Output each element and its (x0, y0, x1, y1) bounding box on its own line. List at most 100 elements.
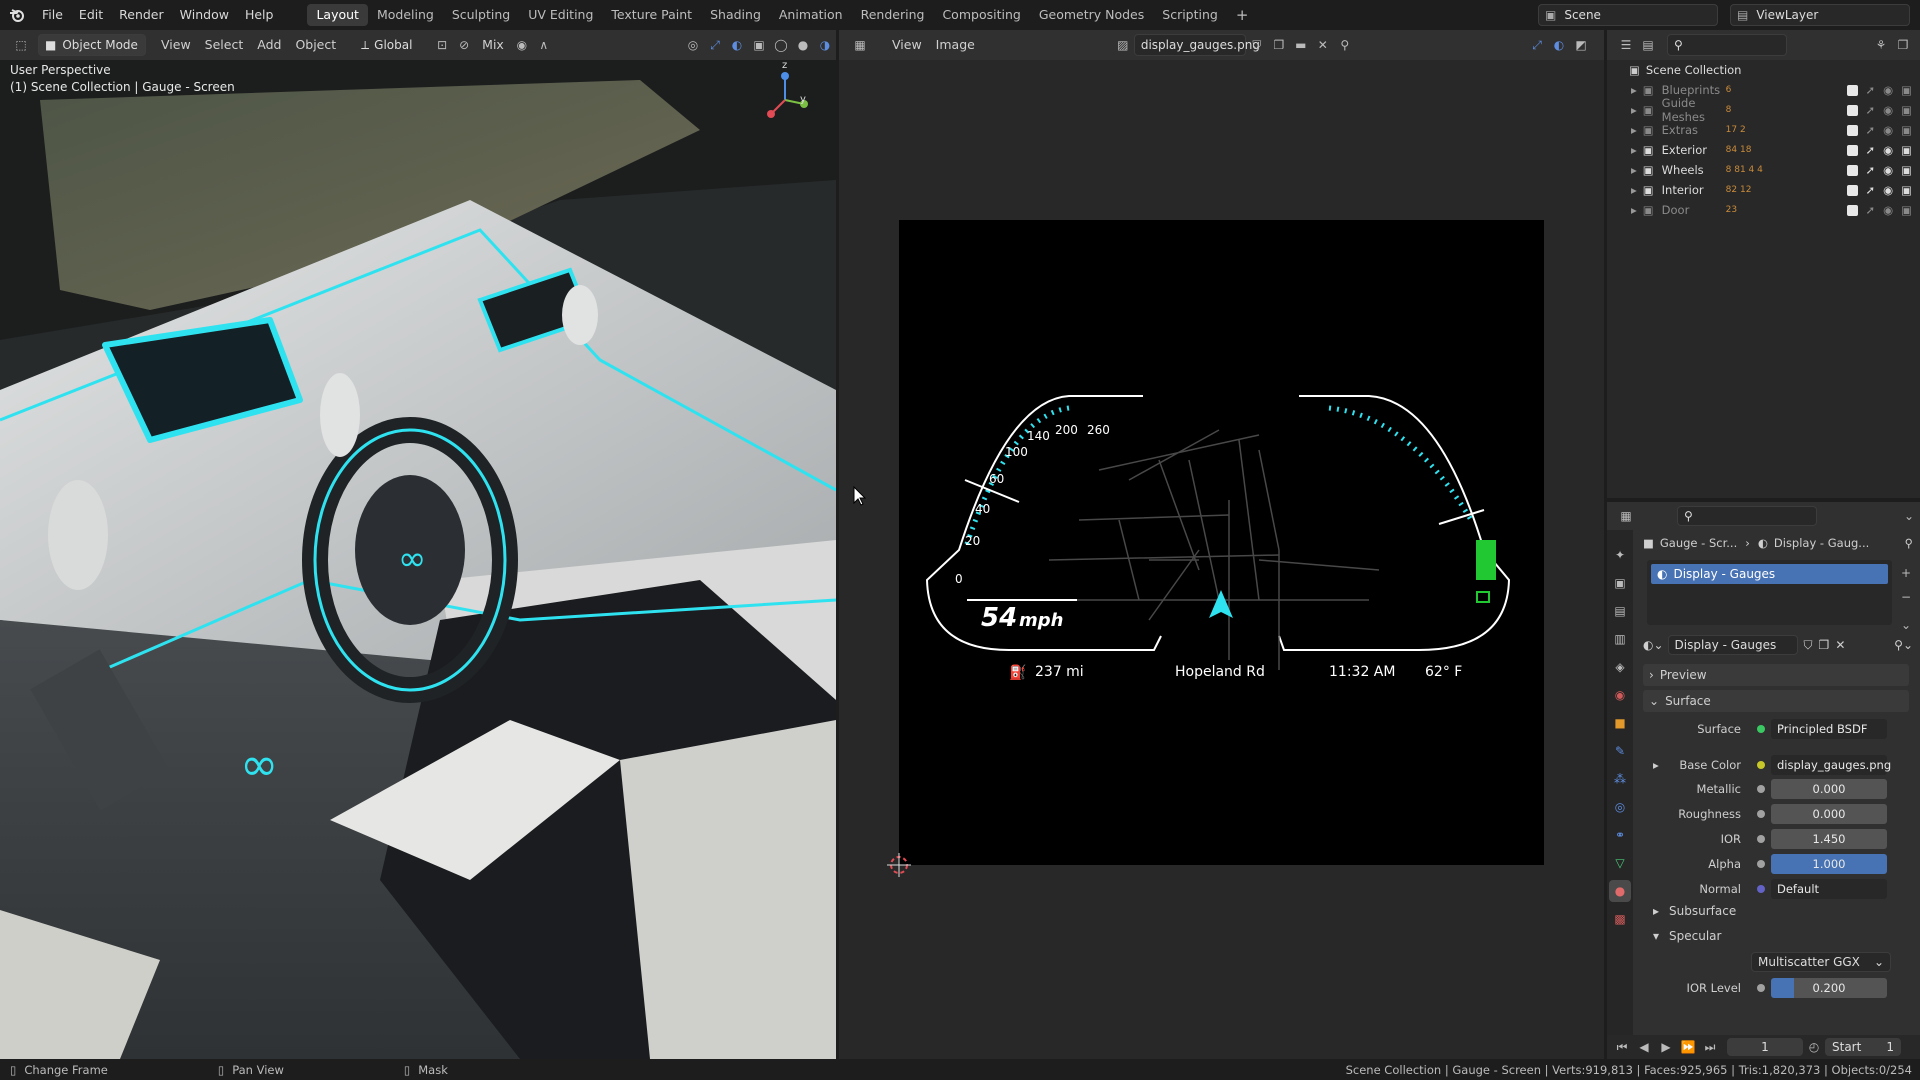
tab-rendering[interactable]: Rendering (852, 4, 934, 26)
snap-mode-label[interactable]: Mix (475, 34, 511, 56)
tab-modeling[interactable]: Modeling (368, 4, 443, 26)
visibility-eye-icon[interactable]: ◉ (1883, 203, 1893, 217)
render-camera-icon[interactable]: ▣ (1901, 143, 1912, 157)
material-slot-row[interactable]: ◐ Display - Gauges (1651, 564, 1888, 584)
solid-shading-icon[interactable]: ● (792, 34, 814, 56)
ior-field[interactable]: 1.450 (1771, 829, 1887, 849)
overlay-icon[interactable]: ◐ (726, 34, 748, 56)
image-overlay-icon[interactable]: ◐ (1548, 34, 1570, 56)
render-camera-icon[interactable]: ▣ (1901, 203, 1912, 217)
material-shading-icon[interactable]: ◑ (814, 34, 836, 56)
render-camera-icon[interactable]: ▣ (1901, 103, 1912, 117)
viewport-menu-view[interactable]: View (154, 34, 198, 56)
metallic-field[interactable]: 0.000 (1771, 779, 1887, 799)
selectable-icon[interactable]: ➚ (1865, 123, 1875, 137)
material-unlink-icon[interactable]: ✕ (1835, 638, 1845, 652)
unlink-image-icon[interactable]: ✕ (1312, 34, 1334, 56)
add-slot-button[interactable]: + (1895, 562, 1917, 584)
outliner-row-door[interactable]: ▸ ▣ Door 23 ➚ ◉ ▣ (1607, 200, 1920, 220)
3d-viewport[interactable]: ∞ ∞ User Perspective (1) Scene Collectio… (0, 60, 836, 1059)
fake-user-icon[interactable]: ⛉ (1246, 34, 1268, 56)
material-duplicate-icon[interactable]: ❐ (1819, 638, 1830, 652)
tab-texture-paint[interactable]: Texture Paint (602, 4, 701, 26)
visibility-eye-icon[interactable]: ◉ (1883, 163, 1893, 177)
visibility-eye-icon[interactable]: ◉ (1883, 103, 1893, 117)
expand-arrow-icon[interactable]: ▸ (1631, 83, 1637, 97)
selectable-icon[interactable]: ➚ (1865, 183, 1875, 197)
view-layer-tab-icon[interactable]: ▥ (1609, 628, 1631, 650)
surface-shader-field[interactable]: Principled BSDF (1771, 719, 1887, 739)
xray-icon[interactable]: ▣ (748, 34, 770, 56)
tab-animation[interactable]: Animation (770, 4, 852, 26)
base-color-field[interactable]: display_gauges.png (1771, 755, 1891, 775)
exclude-checkbox[interactable] (1847, 144, 1859, 156)
scene-selector[interactable]: ▣ Scene (1538, 4, 1718, 26)
outliner-filter-icon[interactable]: ⚘ (1870, 34, 1892, 56)
visibility-eye-icon[interactable]: ◉ (1883, 123, 1893, 137)
image-menu-image[interactable]: Image (929, 34, 982, 56)
play-reverse-icon[interactable]: ◀ (1633, 1036, 1655, 1058)
menu-render[interactable]: Render (111, 0, 172, 30)
2d-cursor-icon[interactable] (887, 853, 911, 877)
specular-panel-header[interactable]: ▾ Specular (1653, 929, 1721, 943)
falloff-icon[interactable]: ∧ (533, 34, 555, 56)
visibility-icon[interactable]: ◎ (682, 34, 704, 56)
texture-tab-icon[interactable]: ▩ (1609, 908, 1631, 930)
image-editor[interactable]: 0 20 40 60 100 140 200 260 54 mph ⛽ 237 … (839, 60, 1604, 1059)
tab-uv-editing[interactable]: UV Editing (519, 4, 602, 26)
snap-icon[interactable]: ⊘ (453, 34, 475, 56)
new-image-icon[interactable]: ❐ (1268, 34, 1290, 56)
outliner-row-exterior[interactable]: ▸ ▣ Exterior 84 18 ➚ ◉ ▣ (1607, 140, 1920, 160)
mode-selector[interactable]: ■ Object Mode (38, 34, 146, 56)
image-menu-view[interactable]: View (885, 34, 929, 56)
image-editor-type-icon[interactable]: ▦ (849, 34, 871, 56)
expand-arrow-icon[interactable]: ▸ (1631, 183, 1637, 197)
surface-panel-header[interactable]: ⌄ Surface (1643, 690, 1909, 712)
image-browse-icon[interactable]: ▨ (1112, 34, 1134, 56)
outliner-root[interactable]: ▣ Scene Collection (1607, 60, 1920, 80)
wireframe-shading-icon[interactable]: ◯ (770, 34, 792, 56)
viewport-menu-select[interactable]: Select (198, 34, 251, 56)
new-collection-icon[interactable]: ❐ (1892, 34, 1914, 56)
visibility-eye-icon[interactable]: ◉ (1883, 143, 1893, 157)
menu-edit[interactable]: Edit (71, 0, 111, 30)
material-node-icon[interactable]: ⚲⌄ (1894, 638, 1913, 652)
exclude-checkbox[interactable] (1847, 184, 1859, 196)
exclude-checkbox[interactable] (1847, 84, 1859, 96)
outliner-search-input[interactable]: ⚲ (1667, 34, 1787, 56)
viewport-menu-add[interactable]: Add (250, 34, 288, 56)
tab-shading[interactable]: Shading (701, 4, 770, 26)
subsurface-panel-header[interactable]: ▸ Subsurface (1653, 904, 1736, 918)
menu-help[interactable]: Help (237, 0, 282, 30)
open-image-icon[interactable]: ▬ (1290, 34, 1312, 56)
tool-tab-icon[interactable]: ✦ (1609, 544, 1631, 566)
selectable-icon[interactable]: ➚ (1865, 103, 1875, 117)
render-tab-icon[interactable]: ▣ (1609, 572, 1631, 594)
properties-type-icon[interactable]: ▦ (1615, 505, 1637, 527)
slot-specials-button[interactable]: ⌄ (1895, 614, 1917, 636)
jump-start-icon[interactable]: ⏮ (1611, 1036, 1633, 1058)
expand-arrow-icon[interactable]: ▸ (1631, 203, 1637, 217)
outliner-display-mode-icon[interactable]: ▤ (1637, 34, 1659, 56)
tab-layout[interactable]: Layout (307, 4, 368, 26)
alpha-field[interactable]: 1.000 (1771, 854, 1887, 874)
menu-window[interactable]: Window (172, 0, 237, 30)
scene-tab-icon[interactable]: ◈ (1609, 656, 1631, 678)
play-icon[interactable]: ▶ (1655, 1036, 1677, 1058)
normal-field[interactable]: Default (1771, 879, 1887, 899)
exclude-checkbox[interactable] (1847, 204, 1859, 216)
editor-type-icon[interactable]: ⬚ (10, 34, 32, 56)
render-camera-icon[interactable]: ▣ (1901, 183, 1912, 197)
remove-slot-button[interactable]: − (1895, 586, 1917, 608)
render-camera-icon[interactable]: ▣ (1901, 83, 1912, 97)
render-camera-icon[interactable]: ▣ (1901, 123, 1912, 137)
image-name-field[interactable]: display_gauges.png (1133, 34, 1260, 56)
outliner-row-blueprints[interactable]: ▸ ▣ Blueprints 6 ➚ ◉ ▣ (1607, 80, 1920, 100)
outliner-row-wheels[interactable]: ▸ ▣ Wheels 8 81 4 4 ➚ ◉ ▣ (1607, 160, 1920, 180)
breadcrumb-pin-icon[interactable]: ⚲ (1905, 536, 1913, 550)
exclude-checkbox[interactable] (1847, 124, 1859, 136)
world-tab-icon[interactable]: ◉ (1609, 684, 1631, 706)
tab-compositing[interactable]: Compositing (933, 4, 1029, 26)
selectable-icon[interactable]: ➚ (1865, 203, 1875, 217)
selectable-icon[interactable]: ➚ (1865, 163, 1875, 177)
